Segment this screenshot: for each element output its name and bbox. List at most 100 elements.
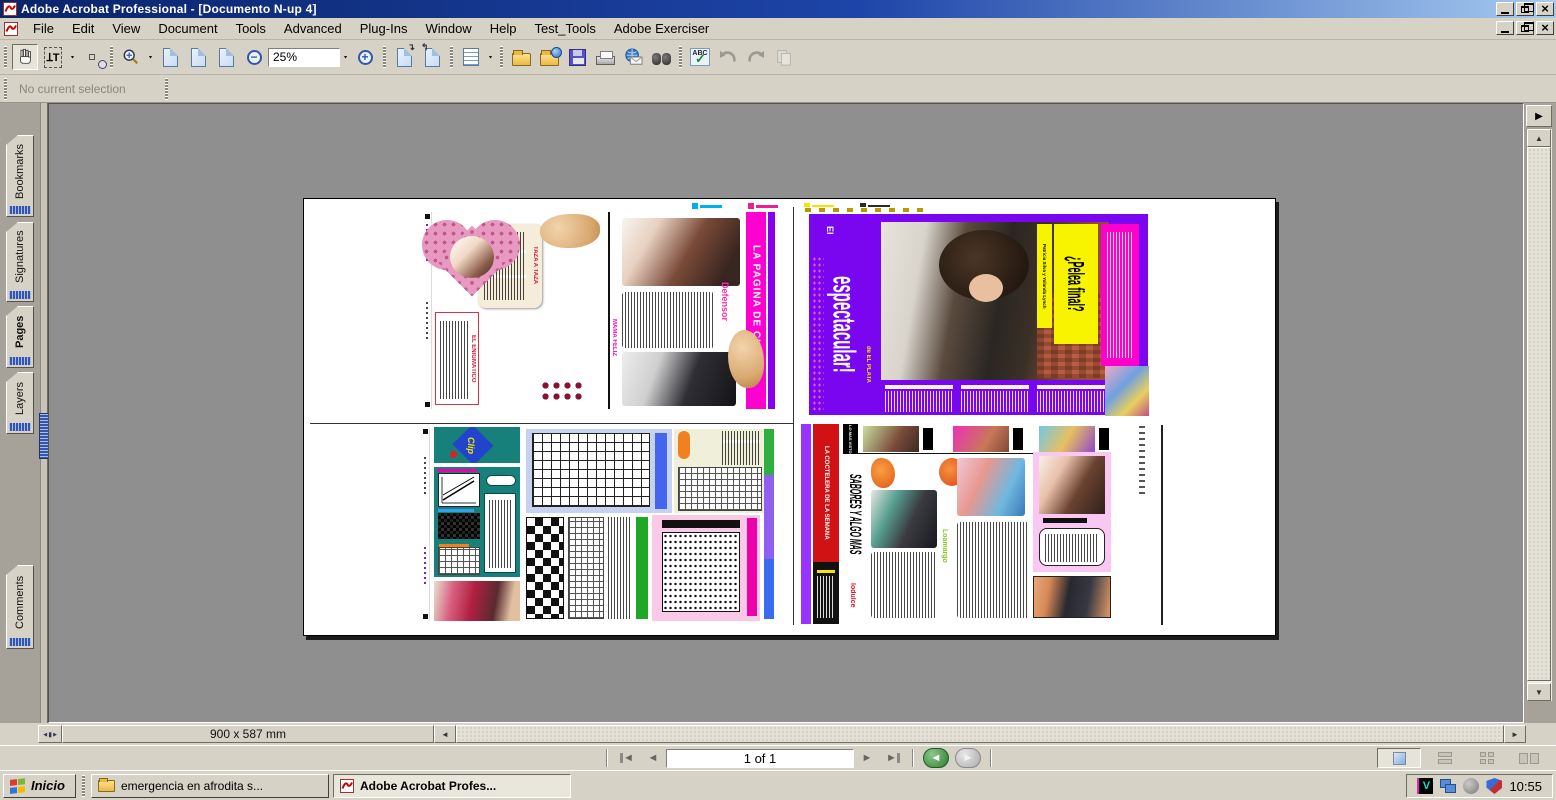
- start-label: Inicio: [31, 778, 65, 793]
- task-acrobat[interactable]: Adobe Acrobat Profes...: [333, 774, 571, 798]
- network-tray-icon[interactable]: [1440, 778, 1456, 794]
- toolbar-grip[interactable]: [4, 78, 7, 100]
- undo-button[interactable]: [715, 44, 741, 70]
- instructions-box: [484, 493, 516, 573]
- first-page-button[interactable]: ◄: [614, 749, 640, 768]
- continuous-facing-view-button[interactable]: [1468, 748, 1506, 768]
- last-page-button[interactable]: ►: [880, 749, 906, 768]
- sudoku-panel: [674, 429, 766, 513]
- antivirus-tray-icon[interactable]: V: [1417, 778, 1433, 794]
- fit-width-button[interactable]: [213, 44, 239, 70]
- continuous-view-button[interactable]: [1426, 748, 1464, 768]
- navigation-tabs-dropdown[interactable]: [485, 44, 496, 70]
- tab-layers[interactable]: Layers: [6, 372, 34, 434]
- pane-split-button[interactable]: [38, 725, 62, 743]
- scroll-right-button[interactable]: ►: [1504, 725, 1526, 743]
- hand-tool-button[interactable]: [12, 44, 38, 70]
- menu-adobe-exerciser[interactable]: Adobe Exerciser: [605, 18, 718, 39]
- previous-view-history-button[interactable]: ◄: [923, 748, 949, 768]
- tab-grip[interactable]: [9, 357, 31, 365]
- zoom-level-input[interactable]: [268, 48, 340, 67]
- close-button[interactable]: [1536, 2, 1554, 16]
- menu-tools[interactable]: Tools: [227, 18, 275, 39]
- menu-view[interactable]: View: [103, 18, 149, 39]
- text-select-tool-button[interactable]: ꞱT: [40, 44, 66, 70]
- security-tray-icon[interactable]: [1486, 778, 1502, 794]
- expand-pane-button[interactable]: [1526, 105, 1552, 127]
- tab-bookmarks[interactable]: Bookmarks: [6, 135, 34, 217]
- tab-comments[interactable]: Comments: [6, 565, 34, 649]
- tab-grip[interactable]: [9, 423, 31, 431]
- open-button[interactable]: [508, 44, 534, 70]
- tab-grip[interactable]: [9, 638, 31, 646]
- vertical-scroll-thumb[interactable]: [1527, 147, 1551, 681]
- menu-window[interactable]: Window: [416, 18, 480, 39]
- volume-tray-icon[interactable]: [1463, 778, 1479, 794]
- taskbar-divider[interactable]: [82, 775, 85, 797]
- scroll-left-button[interactable]: ◄: [434, 725, 456, 743]
- copy-button[interactable]: [771, 44, 797, 70]
- zoom-level-dropdown[interactable]: [340, 44, 351, 70]
- masthead-subtitle: de EL PLATA: [865, 326, 871, 404]
- email-button[interactable]: [620, 44, 646, 70]
- zoom-tool-dropdown[interactable]: [145, 44, 156, 70]
- page-number-input[interactable]: [666, 749, 854, 768]
- toolbar-grip[interactable]: [383, 46, 386, 68]
- single-page-view-button[interactable]: [1377, 748, 1421, 768]
- save-button[interactable]: [564, 44, 590, 70]
- actual-size-button[interactable]: [157, 44, 183, 70]
- scroll-up-button[interactable]: [1527, 129, 1551, 147]
- color-mark-magenta: [748, 203, 778, 209]
- toolbar-grip[interactable]: [4, 46, 7, 68]
- open-from-web-button[interactable]: [536, 44, 562, 70]
- start-button[interactable]: Inicio: [3, 774, 76, 798]
- menu-help[interactable]: Help: [481, 18, 526, 39]
- scroll-down-button[interactable]: [1527, 683, 1551, 701]
- previous-page-button[interactable]: ◄: [640, 749, 666, 768]
- vertical-scrollbar[interactable]: [1526, 129, 1552, 701]
- fit-width-icon: [219, 48, 234, 67]
- text-select-dropdown[interactable]: [67, 44, 78, 70]
- menu-document[interactable]: Document: [149, 18, 226, 39]
- menu-plugins[interactable]: Plug-Ins: [351, 18, 417, 39]
- menu-advanced[interactable]: Advanced: [275, 18, 351, 39]
- navigation-tabs-button[interactable]: [458, 44, 484, 70]
- tab-grip[interactable]: [9, 206, 31, 214]
- snapshot-tool-button[interactable]: [79, 44, 105, 70]
- toolbar-grip[interactable]: [165, 78, 168, 100]
- toolbar-grip[interactable]: [450, 46, 453, 68]
- tab-grip[interactable]: [9, 291, 31, 299]
- horizontal-scroll-track[interactable]: [456, 725, 1504, 743]
- next-page-button[interactable]: ►: [854, 749, 880, 768]
- doc-close-button[interactable]: [1536, 21, 1554, 35]
- zoom-in-button[interactable]: +: [352, 44, 378, 70]
- window-title: Adobe Acrobat Professional - [Documento …: [21, 2, 317, 16]
- doc-restore-button[interactable]: [1516, 21, 1534, 35]
- zoom-tool-button[interactable]: [118, 44, 144, 70]
- facing-view-button[interactable]: [1510, 748, 1548, 768]
- tab-pages[interactable]: Pages: [6, 306, 34, 368]
- minimize-button[interactable]: [1496, 2, 1514, 16]
- document-pane[interactable]: TAZA A TAZA EL ENIGMÁTICO MAMÁ FELIZ Def…: [48, 103, 1524, 723]
- menu-edit[interactable]: Edit: [63, 18, 103, 39]
- task-emergencia[interactable]: emergencia en afrodita s...: [91, 774, 329, 798]
- previous-view-button[interactable]: ↴: [391, 44, 417, 70]
- toolbar-grip[interactable]: [110, 46, 113, 68]
- fit-page-button[interactable]: [185, 44, 211, 70]
- tab-signatures[interactable]: Signatures: [6, 222, 34, 302]
- toolbar-grip[interactable]: [679, 46, 682, 68]
- columnist-box: [813, 562, 839, 624]
- search-button[interactable]: [648, 44, 674, 70]
- spellcheck-button[interactable]: ABC: [687, 44, 713, 70]
- print-button[interactable]: [592, 44, 618, 70]
- zoom-out-button[interactable]: −: [241, 44, 267, 70]
- doc-minimize-button[interactable]: [1496, 21, 1514, 35]
- next-view-button[interactable]: ↰: [419, 44, 445, 70]
- menu-file[interactable]: File: [24, 18, 63, 39]
- next-view-history-button[interactable]: ►: [955, 748, 981, 768]
- kicker-strip: Patricia Silva y Yolanda Lynch: [1037, 224, 1052, 328]
- restore-button[interactable]: [1516, 2, 1534, 16]
- redo-button[interactable]: [743, 44, 769, 70]
- toolbar-grip[interactable]: [500, 46, 503, 68]
- menu-test-tools[interactable]: Test_Tools: [525, 18, 604, 39]
